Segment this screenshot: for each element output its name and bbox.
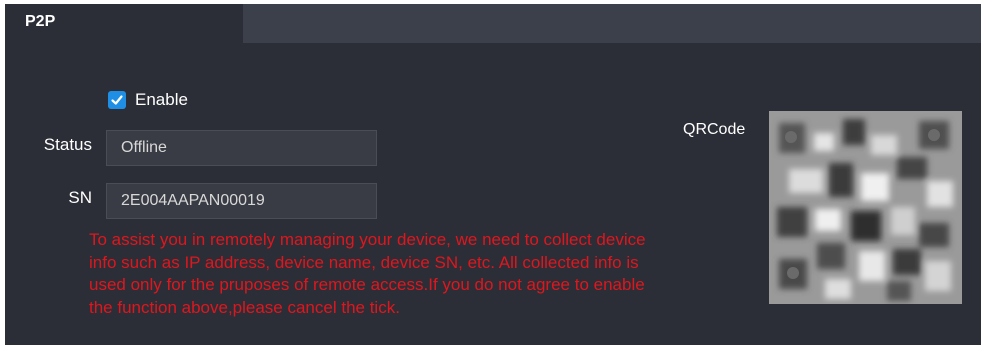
p2p-panel: P2P Enable Status Offline SN 2E004AAPAN0…	[5, 4, 981, 345]
privacy-notice: To assist you in remotely managing your …	[89, 229, 809, 319]
notice-line: To assist you in remotely managing your …	[89, 230, 646, 249]
checkmark-icon	[111, 95, 123, 105]
enable-label[interactable]: Enable	[135, 90, 188, 110]
status-field: Offline	[106, 130, 377, 166]
notice-line: used only for the pruposes of remote acc…	[89, 275, 645, 294]
status-label: Status	[43, 135, 92, 154]
tab-bar: P2P	[5, 4, 981, 43]
sn-label: SN	[68, 188, 92, 207]
qrcode-label: QRCode	[683, 121, 746, 138]
enable-checkbox[interactable]	[108, 91, 126, 109]
notice-line: info such as IP address, device name, de…	[89, 252, 639, 272]
enable-row[interactable]: Enable	[108, 90, 188, 110]
sn-field: 2E004AAPAN00019	[106, 183, 377, 219]
tab-p2p[interactable]: P2P	[5, 4, 243, 43]
notice-line: the function above,please cancel the tic…	[89, 297, 400, 317]
qr-code-image	[769, 111, 962, 304]
